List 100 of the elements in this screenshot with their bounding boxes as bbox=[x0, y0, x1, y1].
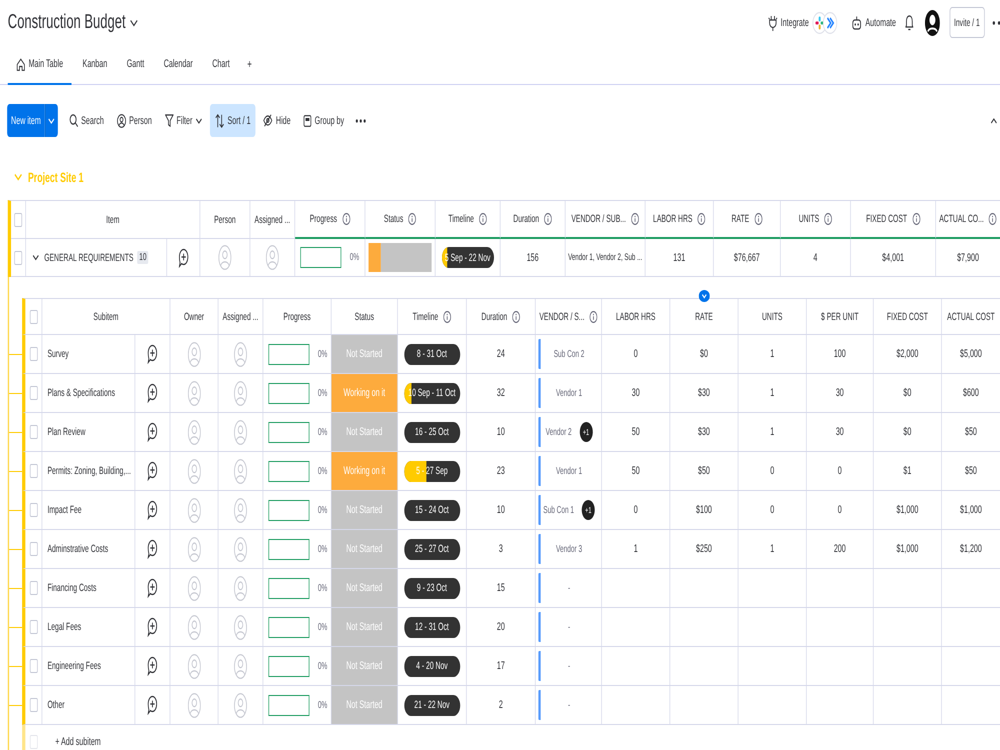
person-placeholder-icon[interactable] bbox=[188, 498, 201, 522]
view-tab[interactable]: Gantt bbox=[118, 45, 153, 85]
person-placeholder-icon[interactable] bbox=[188, 420, 201, 444]
subitem-name[interactable]: Adminstrative Costs bbox=[42, 530, 136, 568]
person-placeholder-icon[interactable] bbox=[234, 498, 247, 522]
person-placeholder-icon[interactable] bbox=[188, 458, 201, 484]
bell-icon[interactable] bbox=[905, 14, 913, 30]
timeline-pill[interactable]: 12 - 31 Oct bbox=[404, 616, 460, 638]
checkbox[interactable] bbox=[30, 425, 38, 439]
checkbox[interactable] bbox=[30, 734, 38, 748]
person-placeholder-icon[interactable] bbox=[188, 654, 201, 678]
view-tab[interactable]: Kanban bbox=[74, 45, 116, 85]
chat-plus-icon[interactable] bbox=[148, 656, 158, 676]
timeline-pill[interactable]: 15 - 24 Oct bbox=[404, 500, 460, 520]
checkbox[interactable] bbox=[14, 250, 22, 264]
toolbar-button[interactable]: Hide bbox=[258, 104, 296, 137]
info-icon[interactable] bbox=[631, 213, 639, 225]
chat-plus-icon[interactable] bbox=[148, 344, 158, 364]
chevron-up-icon[interactable] bbox=[990, 118, 997, 124]
person-placeholder-icon[interactable] bbox=[234, 458, 247, 484]
info-icon[interactable] bbox=[988, 213, 997, 225]
timeline-pill[interactable]: 21 - 22 Nov bbox=[404, 694, 460, 716]
person-placeholder-icon[interactable] bbox=[188, 536, 201, 562]
subitem-name[interactable]: Other bbox=[42, 686, 136, 724]
timeline-pill[interactable]: 4 - 20 Nov bbox=[404, 656, 460, 676]
caret-down-icon[interactable] bbox=[32, 254, 39, 261]
subitem-name[interactable]: Engineering Fees bbox=[42, 647, 136, 685]
checkbox[interactable] bbox=[14, 212, 22, 226]
subitem-name[interactable]: Permits: Zoning, Building,... bbox=[42, 452, 136, 490]
person-placeholder-icon[interactable] bbox=[234, 342, 247, 366]
toolbar-button[interactable]: Group by bbox=[298, 104, 350, 137]
toolbar-button[interactable]: Person bbox=[112, 104, 158, 137]
checkbox[interactable] bbox=[30, 464, 38, 478]
item-name[interactable]: GENERAL REQUIREMENTS bbox=[44, 252, 134, 264]
checkbox[interactable] bbox=[30, 581, 38, 595]
toolbar-button[interactable]: Sort / 1 bbox=[210, 104, 256, 137]
status-segment[interactable] bbox=[381, 243, 432, 272]
toolbar-button[interactable]: Filter bbox=[160, 104, 208, 137]
subitem-name[interactable]: Plans & Specifications bbox=[42, 374, 136, 412]
new-item-button[interactable]: New item bbox=[7, 104, 45, 137]
person-placeholder-icon[interactable] bbox=[188, 576, 201, 600]
view-tab[interactable]: Main Table bbox=[8, 45, 72, 85]
caret-down-icon[interactable] bbox=[130, 18, 138, 26]
subitem-name[interactable]: Survey bbox=[42, 335, 136, 373]
chat-plus-icon[interactable] bbox=[148, 578, 158, 598]
info-icon[interactable] bbox=[443, 310, 452, 322]
toolbar-button[interactable]: Search bbox=[64, 104, 109, 137]
chat-plus-icon[interactable] bbox=[148, 695, 158, 715]
status-segment[interactable] bbox=[368, 243, 382, 272]
person-placeholder-icon[interactable] bbox=[234, 614, 247, 640]
add-view-button[interactable]: + bbox=[240, 45, 258, 85]
more-count-badge[interactable]: +1 bbox=[582, 500, 595, 520]
subitem-name[interactable]: Plan Review bbox=[42, 413, 136, 451]
info-icon[interactable] bbox=[342, 213, 350, 225]
add-subitem-button[interactable]: + Add subitem bbox=[55, 736, 101, 748]
person-placeholder-icon[interactable] bbox=[266, 245, 279, 270]
timeline-pill[interactable]: 9 - 23 Oct bbox=[404, 578, 460, 598]
integrate-button[interactable]: Integrate bbox=[768, 14, 809, 30]
info-icon[interactable] bbox=[479, 213, 487, 225]
checkbox[interactable] bbox=[30, 542, 38, 556]
person-placeholder-icon[interactable] bbox=[188, 692, 201, 718]
more-icon[interactable] bbox=[356, 118, 366, 122]
chat-plus-icon[interactable] bbox=[148, 383, 158, 403]
info-icon[interactable] bbox=[754, 213, 762, 225]
checkbox[interactable] bbox=[30, 659, 38, 673]
chat-plus-icon[interactable] bbox=[148, 617, 158, 637]
checkbox[interactable] bbox=[30, 620, 38, 634]
chevron-stack-icon[interactable] bbox=[823, 12, 838, 34]
more-icon[interactable] bbox=[992, 20, 1000, 24]
chat-plus-icon[interactable] bbox=[148, 461, 158, 481]
checkbox[interactable] bbox=[30, 698, 38, 712]
person-placeholder-icon[interactable] bbox=[188, 380, 201, 406]
arrow-down-circle-icon[interactable] bbox=[698, 290, 710, 302]
info-icon[interactable] bbox=[408, 213, 416, 225]
checkbox[interactable] bbox=[30, 386, 38, 400]
subitem-name[interactable]: Impact Fee bbox=[42, 491, 136, 529]
automate-button[interactable]: Automate bbox=[852, 16, 896, 30]
info-icon[interactable] bbox=[544, 213, 552, 225]
info-icon[interactable] bbox=[590, 310, 598, 322]
user-avatar-icon[interactable] bbox=[924, 10, 940, 36]
person-placeholder-icon[interactable] bbox=[188, 342, 201, 366]
person-placeholder-icon[interactable] bbox=[234, 692, 247, 718]
more-count-badge[interactable]: +1 bbox=[579, 422, 592, 442]
subitem-name[interactable]: Legal Fees bbox=[42, 608, 136, 646]
view-tab[interactable]: Calendar bbox=[155, 45, 202, 85]
checkbox[interactable] bbox=[30, 347, 38, 361]
timeline-pill[interactable]: 25 - 27 Oct bbox=[404, 538, 460, 560]
chat-plus-icon[interactable] bbox=[148, 539, 158, 559]
checkbox[interactable] bbox=[30, 503, 38, 517]
person-placeholder-icon[interactable] bbox=[188, 614, 201, 640]
person-placeholder-icon[interactable] bbox=[234, 536, 247, 562]
info-icon[interactable] bbox=[698, 213, 706, 225]
checkbox[interactable] bbox=[30, 310, 38, 324]
subitem-name[interactable]: Financing Costs bbox=[42, 569, 136, 607]
board-title[interactable]: Construction Budget bbox=[8, 11, 126, 34]
new-item-menu-button[interactable] bbox=[44, 104, 58, 137]
info-icon[interactable] bbox=[912, 213, 920, 225]
chat-plus-icon[interactable] bbox=[178, 248, 188, 268]
person-placeholder-icon[interactable] bbox=[234, 380, 247, 406]
person-placeholder-icon[interactable] bbox=[234, 420, 247, 444]
